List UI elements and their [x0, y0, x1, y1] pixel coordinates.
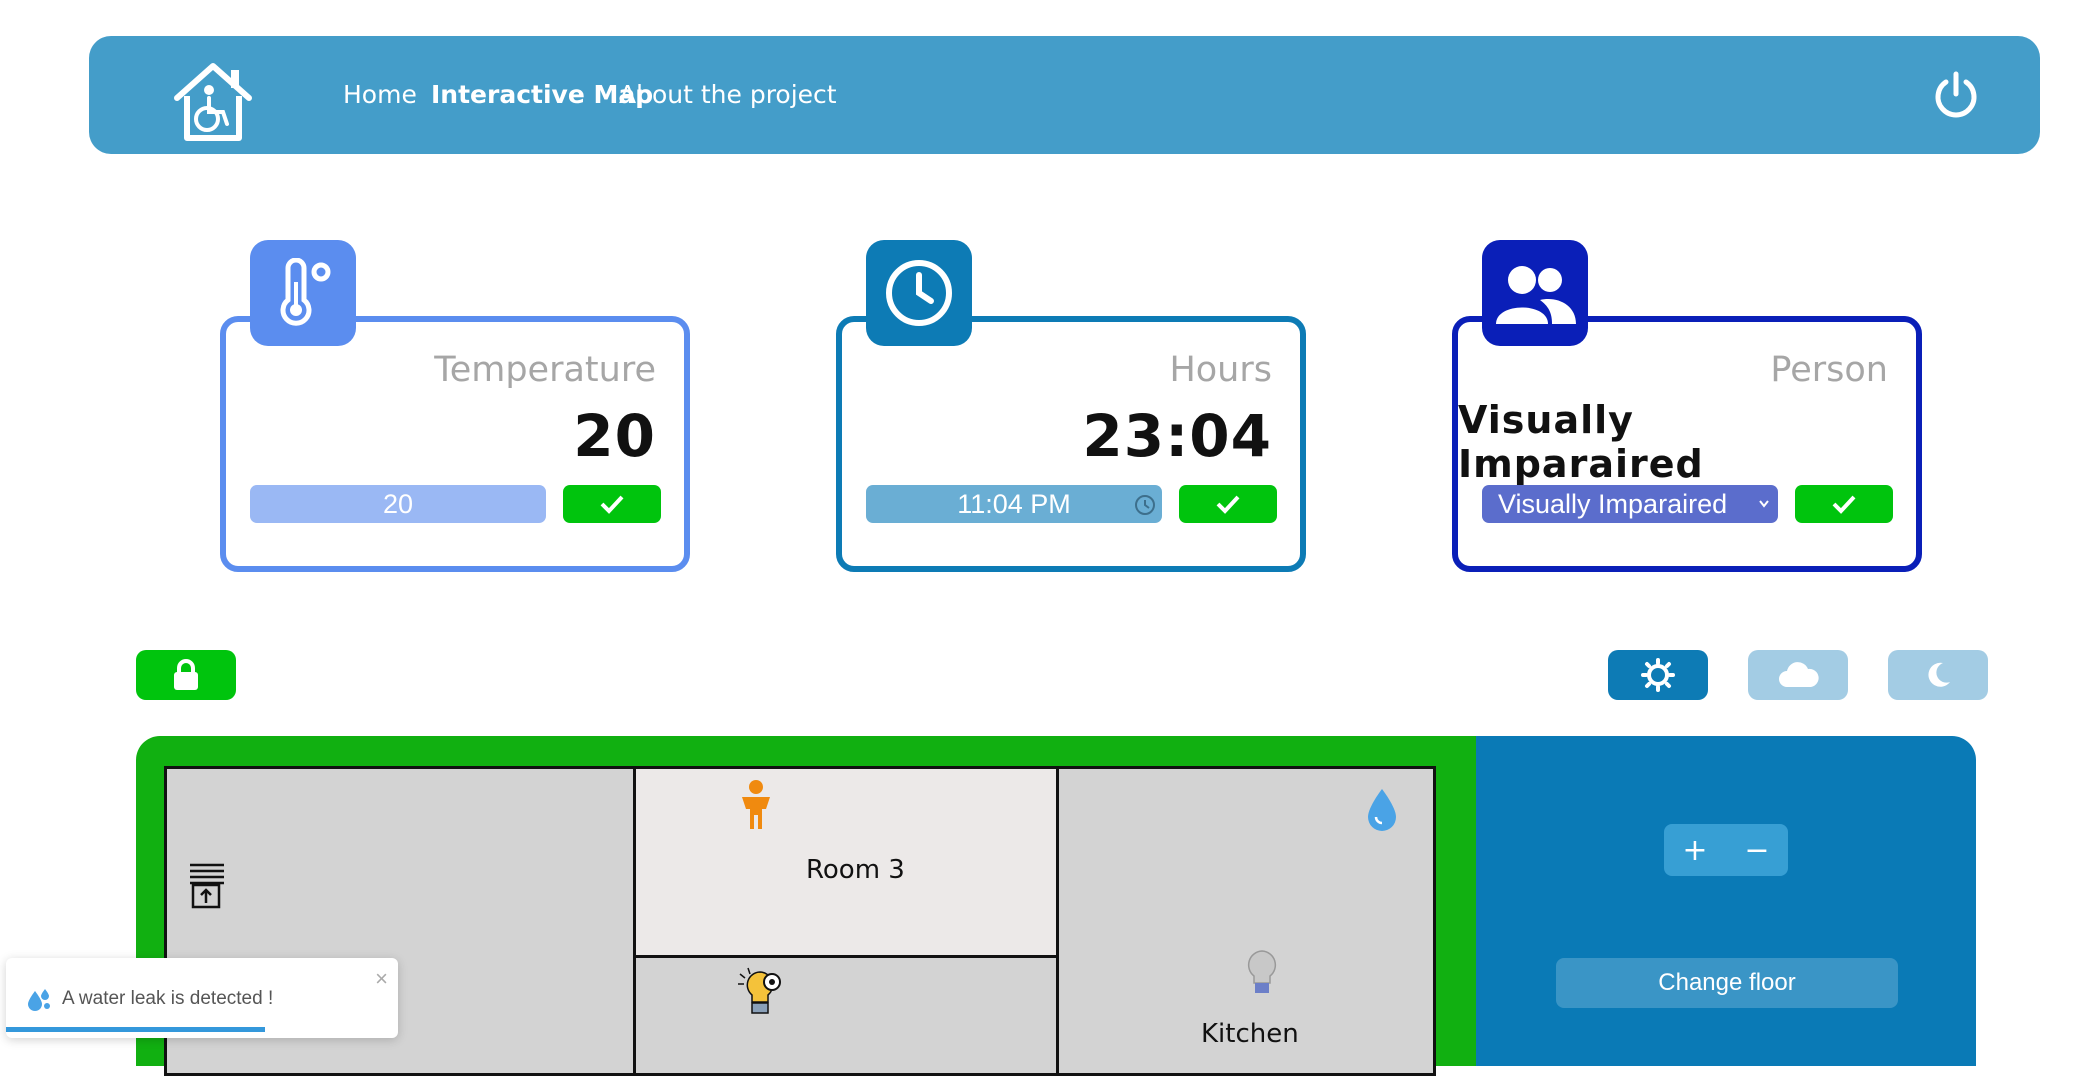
- moon-mode-button[interactable]: [1888, 650, 1988, 700]
- room-3-label: Room 3: [806, 855, 905, 885]
- light-bulb-icon[interactable]: [1245, 949, 1279, 997]
- check-icon: [1216, 495, 1240, 514]
- lock-button[interactable]: [136, 650, 236, 700]
- clock-small-icon[interactable]: [1134, 494, 1156, 516]
- hours-label: Hours: [1169, 350, 1272, 390]
- sun-mode-button[interactable]: [1608, 650, 1708, 700]
- water-drop-icon: [1368, 789, 1396, 831]
- map-controls-panel: + − Change floor: [1476, 736, 1976, 1066]
- water-leak-icon: [28, 989, 50, 1011]
- clock-icon: [866, 240, 972, 346]
- person-value: Visually Imparaired: [1458, 398, 1704, 486]
- toast-message: A water leak is detected !: [62, 988, 274, 1009]
- water-leak-toast: A water leak is detected ! ×: [6, 958, 398, 1038]
- temperature-card-body: Temperature 20 20: [220, 316, 690, 572]
- lock-icon: [174, 659, 198, 690]
- power-icon[interactable]: [1930, 70, 1982, 122]
- users-icon: [1482, 240, 1588, 346]
- person-select-value: Visually Imparaired: [1498, 489, 1728, 519]
- time-input-value: 11:04 PM: [957, 489, 1071, 519]
- check-icon: [1832, 495, 1856, 514]
- sun-icon: [1641, 658, 1675, 692]
- moon-icon: [1928, 662, 1950, 687]
- nav-about[interactable]: About the project: [619, 36, 837, 154]
- hours-card: Hours 23:04 11:04 PM: [836, 240, 1306, 572]
- kitchen-label: Kitchen: [1201, 1019, 1299, 1049]
- thermometer-icon: [250, 240, 356, 346]
- zoom-in-button[interactable]: +: [1682, 833, 1707, 868]
- person-card: Person Visually Imparaired Visually Impa…: [1452, 240, 1922, 572]
- change-floor-button[interactable]: Change floor: [1556, 958, 1898, 1008]
- temperature-value: 20: [573, 402, 656, 470]
- cloud-mode-button[interactable]: [1748, 650, 1848, 700]
- room-3[interactable]: Room 3: [633, 766, 1059, 958]
- blinds-icon[interactable]: [187, 861, 227, 909]
- chevron-down-icon: [1759, 500, 1769, 508]
- kitchen[interactable]: Kitchen: [1056, 766, 1436, 1076]
- person-presence-icon: [742, 780, 770, 829]
- person-confirm-button[interactable]: [1795, 485, 1893, 523]
- cloud-icon: [1779, 662, 1819, 687]
- time-input[interactable]: 11:04 PM: [866, 485, 1162, 523]
- nav-home[interactable]: Home: [343, 36, 417, 154]
- accessible-home-icon[interactable]: [169, 56, 257, 144]
- temperature-label: Temperature: [434, 350, 656, 390]
- zoom-out-button[interactable]: −: [1744, 833, 1769, 868]
- person-select[interactable]: Visually Imparaired: [1482, 485, 1778, 523]
- check-icon: [600, 495, 624, 514]
- toast-close-button[interactable]: ×: [375, 966, 388, 992]
- room-lower-middle[interactable]: [633, 955, 1059, 1076]
- smart-bulb-icon[interactable]: [734, 966, 790, 1022]
- person-label: Person: [1770, 350, 1888, 390]
- toast-progress-bar: [6, 1027, 265, 1032]
- navbar: Home Interactive Map About the project: [89, 36, 2040, 154]
- hours-value: 23:04: [1082, 402, 1272, 470]
- zoom-controls: + −: [1664, 824, 1788, 876]
- temperature-card: Temperature 20 20: [220, 240, 690, 572]
- hours-confirm-button[interactable]: [1179, 485, 1277, 523]
- hours-card-body: Hours 23:04 11:04 PM: [836, 316, 1306, 572]
- temperature-confirm-button[interactable]: [563, 485, 661, 523]
- temperature-input[interactable]: 20: [250, 485, 546, 523]
- person-card-body: Person Visually Imparaired Visually Impa…: [1452, 316, 1922, 572]
